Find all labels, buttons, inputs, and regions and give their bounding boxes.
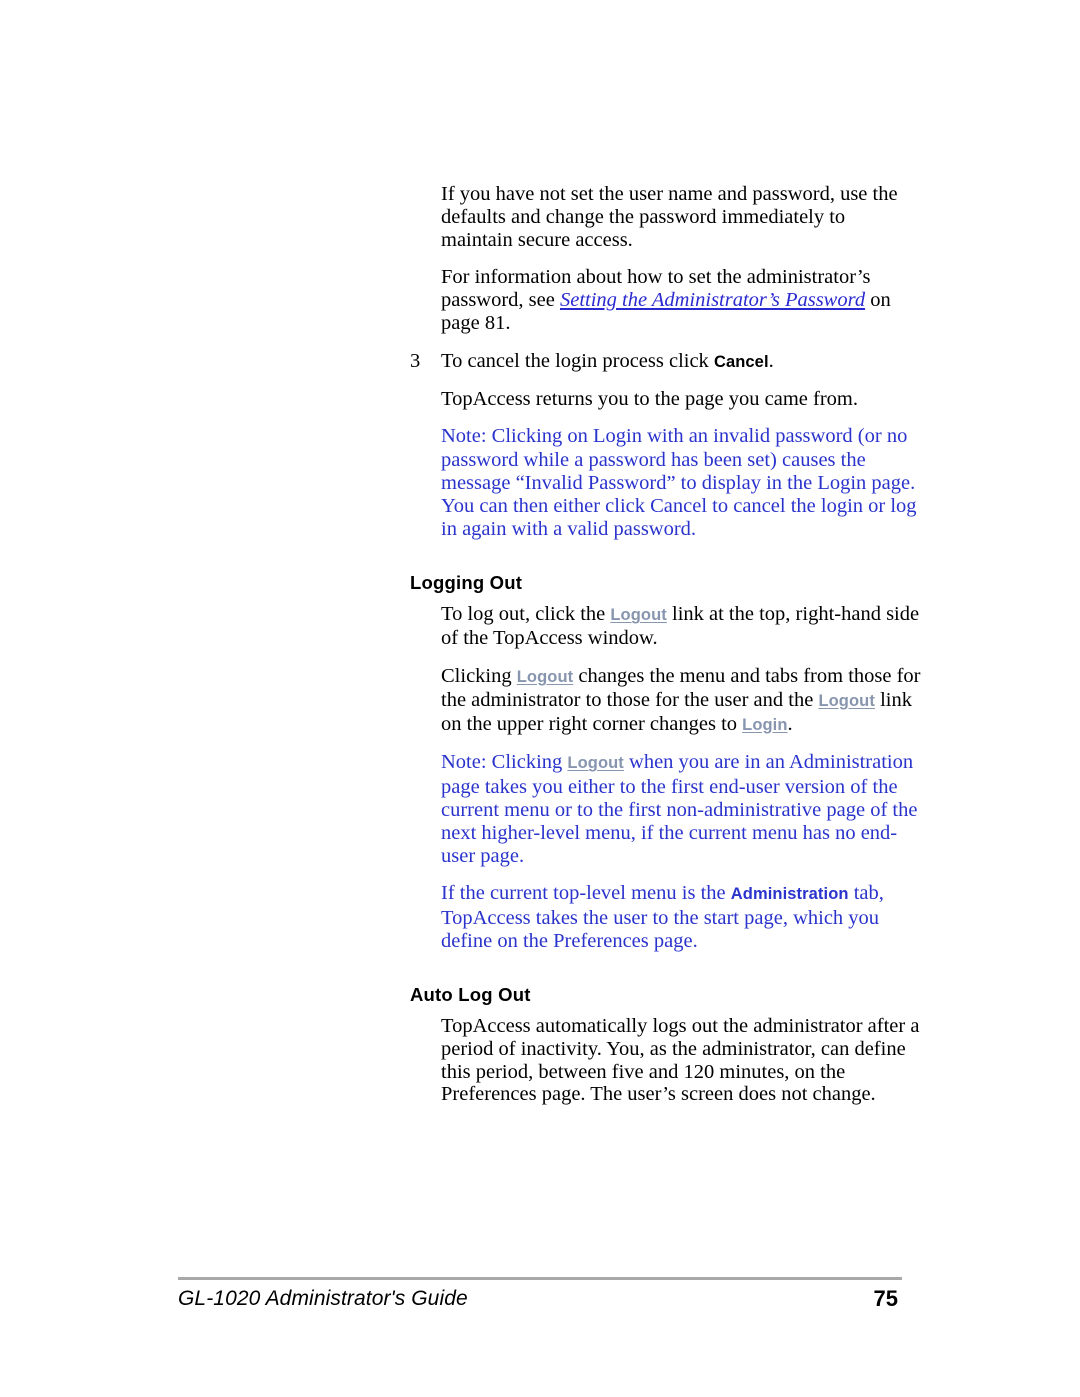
section-heading-logging-out: Logging Out: [410, 572, 523, 594]
paragraph-logout-effects-lead: Clicking: [441, 664, 517, 687]
paragraph-logout-effects-tail: .: [787, 712, 793, 735]
step-text-lead: To cancel the login process click: [441, 349, 714, 372]
ui-label-cancel: Cancel: [713, 352, 769, 371]
paragraph-auto-logout-description: TopAccess automatically logs out the adm…: [441, 1015, 920, 1106]
ui-label-administration: Administration: [730, 885, 849, 904]
ui-link-logout-3[interactable]: Logout: [818, 692, 875, 710]
heading-spacer-logging-out: [441, 555, 921, 572]
note-admin-tab-lead: If the current top-level menu is the: [441, 882, 731, 905]
footer-divider-rule: [178, 1277, 902, 1280]
section-heading-auto-log-out: Auto Log Out: [410, 984, 531, 1005]
document-page: If you have not set the user name and pa…: [0, 0, 1080, 1397]
ui-link-login[interactable]: Login: [742, 716, 787, 734]
page-footer: GL-1020 Administrator's Guide 75: [178, 1282, 902, 1316]
note-logout-from-administration-page: Note: Clicking Logout when you are in an…: [441, 751, 921, 868]
note-administration-tab-start-page: If the current top-level menu is the Adm…: [441, 882, 921, 953]
step-number: 3: [410, 349, 421, 372]
note-logout-lead: Note: Clicking: [441, 751, 568, 774]
paragraph-how-to-log-out: To log out, click the Logout link at the…: [441, 603, 921, 650]
numbered-step-3: 3 To cancel the login process click Cance…: [410, 349, 921, 374]
heading-spacer-auto-log-out: [441, 967, 921, 984]
paragraph-log-out-lead: To log out, click the: [441, 603, 611, 626]
cross-reference-link-setting-administrators-password[interactable]: Setting the Administrator’s Password: [560, 289, 865, 311]
ui-link-logout-2[interactable]: Logout: [517, 668, 574, 686]
ui-link-logout-4[interactable]: Logout: [567, 754, 624, 772]
paragraph-returns-to-previous-page: TopAccess returns you to the page you ca…: [441, 387, 858, 410]
paragraph-defaults-notice: If you have not set the user name and pa…: [441, 183, 898, 251]
footer-page-number: 75: [873, 1286, 898, 1311]
step-text-tail: .: [768, 349, 774, 372]
paragraph-logout-effects: Clicking Logout changes the menu and tab…: [441, 665, 921, 736]
ui-link-logout-1[interactable]: Logout: [610, 606, 667, 624]
paragraph-admin-password-reference: For information about how to set the adm…: [441, 266, 921, 334]
note-invalid-password: Note: Clicking on Login with an invalid …: [441, 425, 917, 541]
page-body-column: If you have not set the user name and pa…: [410, 183, 921, 1121]
footer-document-title: GL-1020 Administrator's Guide: [178, 1287, 468, 1310]
